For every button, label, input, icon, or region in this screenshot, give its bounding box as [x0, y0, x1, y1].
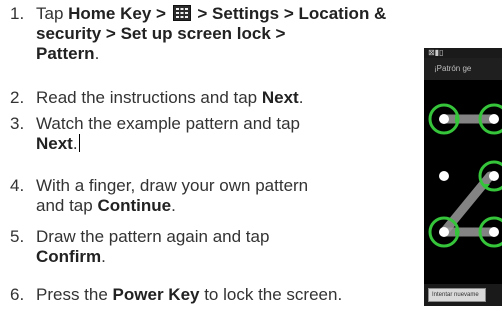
- phone-title: ¡Patrón ge: [434, 64, 472, 73]
- step-4: 4. With a finger, draw your own pattern a…: [10, 176, 308, 216]
- step-text: Press the: [36, 285, 113, 304]
- pattern-dot-selected[interactable]: [428, 216, 460, 248]
- step-text: and tap: [36, 196, 98, 215]
- step-text: .: [94, 44, 100, 63]
- step-text: .: [171, 196, 176, 215]
- step-bold: Continue: [97, 196, 172, 215]
- phone-title-bar: ¡Patrón ge: [424, 58, 502, 80]
- step-bold: Confirm: [36, 247, 102, 266]
- step-bold: > Settings > Location &: [197, 4, 387, 23]
- step-5: 5. Draw the pattern again and tap Confirm…: [10, 227, 269, 267]
- step-number: 6.: [10, 285, 25, 304]
- status-icons: ⊠▮▯: [428, 48, 444, 57]
- step-1: 1. Tap Home Key > > Settings > Location &…: [10, 4, 386, 64]
- retry-button[interactable]: Intentar nuevame: [428, 288, 486, 302]
- step-text: Read the instructions and tap: [36, 88, 262, 107]
- phone-bottom-bar: Intentar nuevame: [424, 284, 502, 306]
- step-text: .: [101, 247, 106, 266]
- step-text: With a finger, draw your own pattern: [36, 176, 309, 195]
- step-text: Watch the example pattern and tap: [36, 114, 300, 133]
- step-text: Draw the pattern again and tap: [36, 227, 270, 246]
- step-number: 2.: [10, 88, 25, 107]
- text-cursor: [78, 134, 80, 152]
- pattern-dot-selected[interactable]: [478, 160, 502, 192]
- step-text: Tap: [36, 4, 69, 23]
- step-bold: Next: [36, 134, 73, 153]
- step-6: 6. Press the Power Key to lock the screen…: [10, 285, 342, 305]
- step-number: 4.: [10, 176, 25, 195]
- step-bold: security > Set up screen lock >: [36, 24, 286, 43]
- phone-status-bar: ⊠▮▯: [424, 48, 502, 58]
- step-bold: Next: [261, 88, 299, 107]
- phone-screenshot: ⊠▮▯ ¡Patrón ge Intentar nuevame: [424, 48, 502, 306]
- step-text: .: [298, 88, 304, 107]
- step-bold: Home Key >: [68, 4, 166, 23]
- step-3: 3. Watch the example pattern and tap Next…: [10, 114, 300, 154]
- step-bold: Power Key: [112, 285, 200, 304]
- unlock-pattern-grid[interactable]: [424, 80, 502, 284]
- pattern-dot-selected[interactable]: [428, 103, 460, 135]
- step-number: 5.: [10, 227, 25, 246]
- step-text: to lock the screen.: [199, 285, 343, 304]
- step-bold: Pattern: [36, 44, 95, 63]
- app-grid-icon: [172, 5, 191, 21]
- step-number: 1.: [10, 4, 25, 23]
- step-number: 3.: [10, 114, 25, 133]
- step-text: .: [72, 134, 78, 153]
- step-2: 2. Read the instructions and tap Next.: [10, 88, 303, 108]
- pattern-dot[interactable]: [439, 171, 449, 181]
